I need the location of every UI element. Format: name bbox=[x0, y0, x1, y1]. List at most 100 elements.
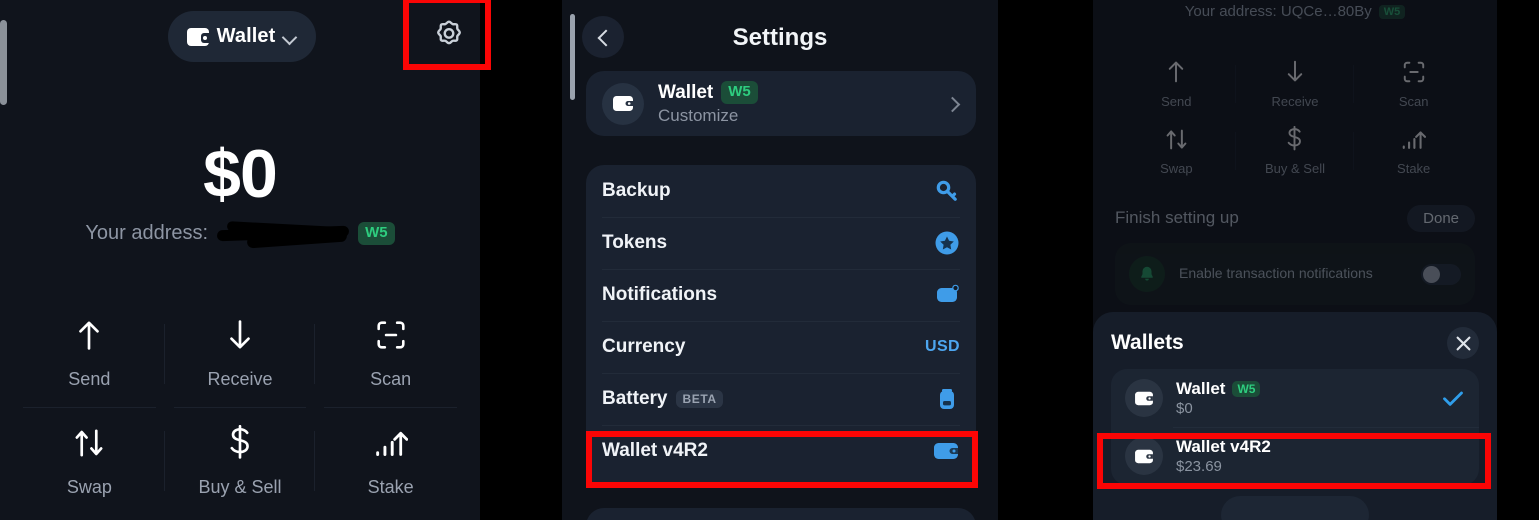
action-label: Receive bbox=[1271, 93, 1319, 109]
scan-qr-icon bbox=[1402, 59, 1426, 85]
panel-wallet-home: Wallet $0 Your address: W5 Send Receive … bbox=[0, 0, 480, 520]
beta-badge: BETA bbox=[676, 390, 723, 408]
done-button[interactable]: Done bbox=[1407, 204, 1475, 232]
wallet-item-text: Wallet W5 $0 bbox=[1176, 379, 1441, 417]
close-button[interactable] bbox=[1447, 327, 1479, 359]
key-icon bbox=[934, 178, 960, 204]
wallets-list: Wallet W5 $0 Wallet v4R2 $23.69 bbox=[1111, 369, 1479, 485]
sheet-footer-button[interactable] bbox=[1221, 496, 1369, 520]
chart-arrow-up-icon bbox=[1401, 126, 1427, 152]
action-label: Send bbox=[68, 369, 111, 390]
action-stake[interactable]: Stake bbox=[315, 408, 466, 516]
settings-row-wallet-v4r2[interactable]: Wallet v4R2 bbox=[602, 425, 960, 477]
address-label: Your address: bbox=[85, 222, 209, 244]
enable-notifications-label: Enable transaction notifications bbox=[1179, 265, 1373, 282]
settings-wallet-text: Wallet W5 Customize bbox=[658, 81, 947, 126]
wallet-list-item[interactable]: Wallet v4R2 $23.69 bbox=[1111, 427, 1479, 485]
row-label: Backup bbox=[602, 180, 671, 201]
address-label: Your address: UQCe…80By bbox=[1184, 3, 1372, 20]
page-title: Settings bbox=[732, 24, 828, 51]
settings-list: Backup Tokens Notifications Currency USD… bbox=[586, 165, 976, 487]
action-send[interactable]: Send bbox=[14, 300, 165, 408]
settings-row-currency[interactable]: Currency USD bbox=[602, 321, 960, 373]
notification-icon bbox=[934, 282, 960, 308]
battery-icon bbox=[934, 386, 960, 412]
row-label-text: Battery bbox=[602, 388, 668, 409]
action-buy-sell: Buy & Sell bbox=[1236, 118, 1355, 186]
currency-value: USD bbox=[925, 338, 960, 355]
swap-arrows-icon bbox=[72, 425, 106, 461]
wallet-version-badge: W5 bbox=[358, 222, 395, 245]
row-label: Battery BETA bbox=[602, 388, 723, 410]
wallet-icon bbox=[186, 27, 210, 46]
action-scan: Scan bbox=[1354, 50, 1473, 118]
wallets-bottom-sheet: Wallets Wallet W5 $0 Wallet v4R2 $23.69 bbox=[1093, 312, 1497, 520]
bell-icon bbox=[1129, 256, 1165, 292]
panel-wallets-sheet: Your address: UQCe…80By W5 Send Receive bbox=[1093, 0, 1497, 520]
wallet-version-badge: W5 bbox=[1232, 381, 1261, 397]
page-scrollbar[interactable] bbox=[0, 20, 7, 105]
action-send: Send bbox=[1117, 50, 1236, 118]
panel-settings: Settings Wallet W5 Customize Backup Toke… bbox=[562, 0, 998, 520]
row-label: Notifications bbox=[602, 284, 718, 305]
row-label: Wallet v4R2 bbox=[602, 440, 708, 461]
dollar-sign-icon bbox=[227, 424, 253, 461]
action-label: Stake bbox=[1397, 161, 1431, 177]
chart-arrow-up-icon bbox=[374, 425, 408, 461]
wallet-version-badge: W5 bbox=[721, 81, 758, 104]
finish-setup-title: Finish setting up bbox=[1115, 208, 1239, 227]
check-icon-placeholder bbox=[1441, 444, 1465, 468]
arrow-up-icon bbox=[74, 317, 104, 353]
background-quick-actions-grid: Send Receive Scan Swap Buy & Sell Stake bbox=[1117, 50, 1473, 185]
row-label: Currency bbox=[602, 336, 686, 357]
settings-row-battery[interactable]: Battery BETA bbox=[602, 373, 960, 425]
star-badge-icon bbox=[934, 230, 960, 256]
screenshot-root: Wallet $0 Your address: W5 Send Receive … bbox=[0, 0, 1539, 520]
action-scan[interactable]: Scan bbox=[315, 300, 466, 408]
arrow-down-icon bbox=[225, 317, 255, 353]
chevron-down-icon bbox=[283, 30, 297, 44]
wallet-blue-icon bbox=[932, 440, 960, 462]
arrow-down-icon bbox=[1284, 59, 1306, 85]
enable-notifications-card: Enable transaction notifications bbox=[1115, 243, 1475, 305]
settings-row-backup[interactable]: Backup bbox=[602, 165, 960, 217]
swap-arrows-icon bbox=[1164, 126, 1189, 152]
wallet-item-text: Wallet v4R2 $23.69 bbox=[1176, 437, 1441, 475]
settings-wallet-subtitle: Customize bbox=[658, 105, 739, 125]
address-redaction bbox=[216, 220, 350, 248]
chevron-right-icon bbox=[947, 97, 960, 110]
settings-wallet-card[interactable]: Wallet W5 Customize bbox=[586, 71, 976, 136]
action-buy-sell[interactable]: Buy & Sell bbox=[165, 408, 316, 516]
address-row[interactable]: Your address: W5 bbox=[0, 220, 480, 248]
action-label: Scan bbox=[1398, 93, 1429, 109]
scan-qr-icon bbox=[375, 317, 407, 353]
dollar-sign-icon bbox=[1285, 126, 1304, 152]
wallet-item-name: Wallet v4R2 bbox=[1176, 437, 1271, 456]
action-swap[interactable]: Swap bbox=[14, 408, 165, 516]
wallets-sheet-header: Wallets bbox=[1111, 326, 1479, 360]
action-receive[interactable]: Receive bbox=[165, 300, 316, 408]
action-label: Send bbox=[1161, 93, 1192, 109]
wallet-list-item[interactable]: Wallet W5 $0 bbox=[1111, 369, 1479, 427]
action-swap: Swap bbox=[1117, 118, 1236, 186]
settings-row-tokens[interactable]: Tokens bbox=[602, 217, 960, 269]
action-label: Stake bbox=[367, 476, 414, 497]
balance-amount: $0 bbox=[203, 136, 278, 212]
arrow-up-icon bbox=[1165, 59, 1187, 85]
wallets-sheet-title: Wallets bbox=[1111, 331, 1184, 354]
action-label: Swap bbox=[66, 476, 112, 497]
wallet-icon bbox=[1125, 437, 1163, 475]
quick-actions-grid: Send Receive Scan Swap Buy & Sell Stake bbox=[14, 300, 466, 515]
background-address-row: Your address: UQCe…80By W5 bbox=[1093, 3, 1497, 20]
gear-icon bbox=[437, 20, 461, 45]
settings-gear-button[interactable] bbox=[428, 14, 470, 56]
action-label: Buy & Sell bbox=[1265, 161, 1325, 177]
action-stake: Stake bbox=[1354, 118, 1473, 186]
wallet-selector-pill[interactable]: Wallet bbox=[168, 11, 316, 62]
wallet-version-badge: W5 bbox=[1378, 4, 1406, 19]
wallet-selector-label: Wallet bbox=[216, 25, 276, 47]
notifications-toggle[interactable] bbox=[1421, 263, 1461, 285]
row-label: Tokens bbox=[602, 232, 668, 253]
settings-next-group-card[interactable] bbox=[586, 508, 976, 520]
settings-row-notifications[interactable]: Notifications bbox=[602, 269, 960, 321]
